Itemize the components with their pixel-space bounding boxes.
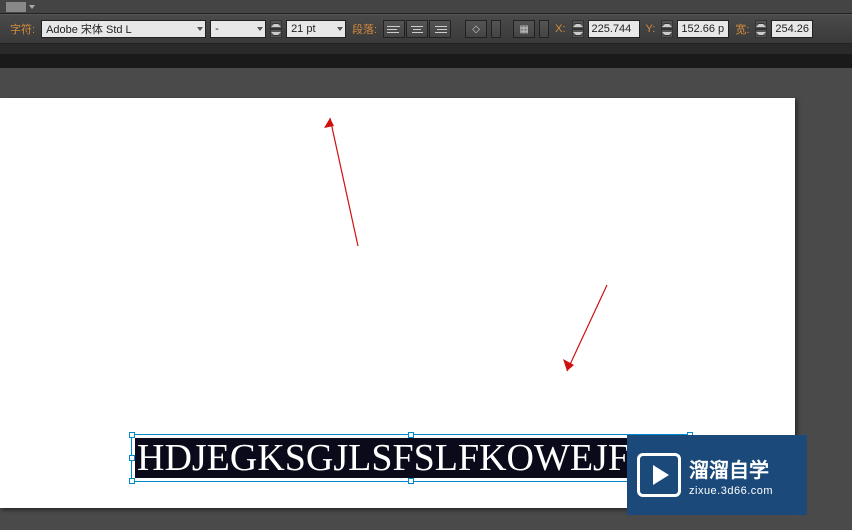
w-input[interactable]: 254.26 [771,20,813,38]
chevron-down-icon [257,27,263,31]
layout-icon[interactable] [6,2,26,12]
x-value: 225.744 [592,23,632,35]
x-input[interactable]: 225.744 [588,20,640,38]
resize-handle[interactable] [129,455,135,461]
align-right-button[interactable] [429,20,451,38]
y-value: 152.66 p [681,23,724,35]
watermark-url: zixue.3d66.com [689,485,773,497]
play-icon [637,453,681,497]
transform-dropdown[interactable] [491,20,501,38]
font-style-dropdown[interactable]: - [210,20,266,38]
x-spinner[interactable] [572,20,584,38]
annotation-arrow-1 [320,106,370,251]
text-frame[interactable]: HDJEGKSGJLSFSLFKOWEJF [131,434,691,482]
paragraph-label: 段落: [350,21,379,37]
w-label: 宽: [733,21,751,37]
text-toolbar: 字符: Adobe 宋体 Std L - 21 pt 段落: ◇ ▦ X: 22 [0,14,852,44]
resize-handle[interactable] [408,478,414,484]
y-input[interactable]: 152.66 p [677,20,729,38]
w-value: 254.26 [775,23,809,35]
font-style-value: - [215,23,219,35]
font-family-value: Adobe 宋体 Std L [46,21,132,37]
layout-dropdown-arrow[interactable] [28,3,36,11]
resize-handle[interactable] [129,478,135,484]
resize-handle[interactable] [408,432,414,438]
watermark: 溜溜自学 zixue.3d66.com [627,435,807,515]
grid-dropdown[interactable] [539,20,549,38]
transform-icon[interactable]: ◇ [465,20,487,38]
font-size-spinner[interactable] [270,20,282,38]
x-label: X: [553,23,567,35]
grid-icon[interactable]: ▦ [513,20,535,38]
w-spinner[interactable] [755,20,767,38]
divider [0,44,852,54]
annotation-arrow-2 [555,283,615,383]
font-size-dropdown[interactable]: 21 pt [286,20,346,38]
y-label: Y: [644,23,658,35]
font-size-value: 21 pt [291,23,315,35]
font-family-dropdown[interactable]: Adobe 宋体 Std L [41,20,206,38]
align-center-button[interactable] [406,20,428,38]
character-label: 字符: [8,21,37,37]
chevron-down-icon [337,27,343,31]
resize-handle[interactable] [129,432,135,438]
chevron-down-icon [197,27,203,31]
y-spinner[interactable] [661,20,673,38]
ruler-area [0,54,852,68]
align-group [383,20,451,38]
tab-strip [0,0,852,14]
selected-text[interactable]: HDJEGKSGJLSFSLFKOWEJF [135,438,687,478]
align-left-button[interactable] [383,20,405,38]
watermark-title: 溜溜自学 [689,454,773,483]
